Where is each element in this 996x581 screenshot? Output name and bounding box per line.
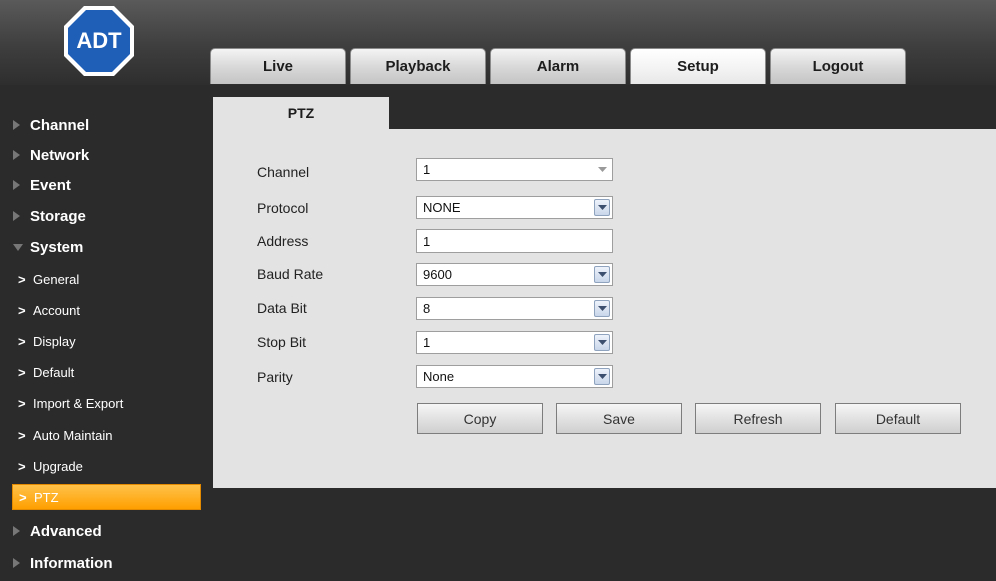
save-button[interactable]: Save: [556, 403, 682, 434]
sidebar-item-channel[interactable]: Channel: [0, 110, 210, 140]
chevron-right-icon: >: [18, 395, 26, 411]
triangle-right-icon: [13, 120, 20, 130]
triangle-right-icon: [13, 150, 20, 160]
tab-playback[interactable]: Playback: [350, 48, 486, 84]
triangle-right-icon: [13, 526, 20, 536]
baud-rate-label: Baud Rate: [257, 266, 324, 282]
dropdown-arrow-icon: [594, 300, 610, 317]
data-bit-select[interactable]: 8: [416, 297, 613, 320]
channel-select[interactable]: 1: [416, 158, 613, 181]
triangle-right-icon: [13, 211, 20, 221]
baud-rate-select[interactable]: 9600: [416, 263, 613, 286]
sidebar-subitem-label: General: [33, 271, 80, 287]
app-window: ADT Live Playback Alarm Setup Logout Cha…: [0, 0, 996, 581]
sidebar-item-storage[interactable]: Storage: [0, 201, 210, 231]
sidebar-item-information[interactable]: Information: [0, 548, 210, 578]
sidebar-item-label: System: [30, 238, 84, 256]
chevron-right-icon: >: [18, 427, 26, 443]
parity-select[interactable]: None: [416, 365, 613, 388]
refresh-button[interactable]: Refresh: [695, 403, 821, 434]
tab-alarm[interactable]: Alarm: [490, 48, 626, 84]
channel-label: Channel: [257, 164, 310, 180]
stop-bit-value: 1: [423, 335, 431, 350]
triangle-right-icon: [13, 558, 20, 568]
default-button[interactable]: Default: [835, 403, 961, 434]
address-label: Address: [257, 233, 309, 249]
sidebar-subitem-label: Default: [33, 364, 75, 380]
channel-value: 1: [423, 162, 431, 177]
sidebar-subitem-auto-maintain[interactable]: > Auto Maintain: [12, 422, 201, 448]
tab-ptz[interactable]: PTZ: [213, 97, 389, 129]
sidebar-subitem-label: Upgrade: [33, 458, 83, 474]
baud-rate-value: 9600: [423, 267, 452, 282]
stop-bit-label: Stop Bit: [257, 334, 307, 350]
sidebar-item-network[interactable]: Network: [0, 140, 210, 170]
tab-setup[interactable]: Setup: [630, 48, 766, 84]
sidebar-item-label: Advanced: [30, 522, 102, 540]
sidebar-item-label: Event: [30, 176, 71, 194]
dropdown-arrow-icon: [594, 161, 610, 178]
sidebar-subitem-label: Import & Export: [33, 395, 124, 411]
parity-value: None: [423, 369, 455, 384]
sidebar-subitem-default[interactable]: > Default: [12, 359, 201, 385]
adt-logo: ADT: [64, 6, 134, 76]
protocol-select[interactable]: NONE: [416, 196, 613, 219]
sidebar-subitem-account[interactable]: > Account: [12, 297, 201, 323]
chevron-right-icon: >: [18, 302, 26, 318]
dropdown-arrow-icon: [594, 266, 610, 283]
address-value: 1: [423, 234, 431, 249]
data-bit-label: Data Bit: [257, 300, 307, 316]
tab-logout[interactable]: Logout: [770, 48, 906, 84]
sidebar-item-label: Channel: [30, 116, 90, 134]
sidebar-subitem-label: Display: [33, 333, 76, 349]
chevron-right-icon: >: [18, 458, 26, 474]
sidebar-subitem-display[interactable]: > Display: [12, 328, 201, 354]
chevron-right-icon: >: [18, 271, 26, 287]
tab-ptz-label: PTZ: [287, 105, 315, 121]
sidebar-item-advanced[interactable]: Advanced: [0, 516, 210, 546]
sidebar-item-label: Network: [30, 146, 90, 164]
sidebar-subitem-ptz[interactable]: > PTZ: [12, 484, 201, 510]
sidebar-subitem-import-export[interactable]: > Import & Export: [12, 390, 201, 416]
sidebar-item-label: Information: [30, 554, 113, 572]
protocol-value: NONE: [423, 200, 461, 215]
sidebar-subitem-upgrade[interactable]: > Upgrade: [12, 453, 201, 479]
tab-live[interactable]: Live: [210, 48, 346, 84]
ptz-settings-panel: Channel 1 Protocol NONE Address 1 Baud R…: [213, 129, 996, 488]
stop-bit-select[interactable]: 1: [416, 331, 613, 354]
chevron-right-icon: >: [19, 489, 27, 505]
dropdown-arrow-icon: [594, 368, 610, 385]
sidebar-item-event[interactable]: Event: [0, 170, 210, 200]
protocol-label: Protocol: [257, 200, 309, 216]
dropdown-arrow-icon: [594, 199, 610, 216]
sidebar-subitem-label: PTZ: [34, 489, 59, 505]
parity-label: Parity: [257, 369, 293, 385]
triangle-down-icon: [13, 243, 23, 251]
sidebar-item-system[interactable]: System: [0, 232, 210, 262]
dropdown-arrow-icon: [594, 334, 610, 351]
sidebar-subitem-label: Auto Maintain: [33, 427, 113, 443]
sidebar-subitem-general[interactable]: > General: [12, 266, 201, 292]
data-bit-value: 8: [423, 301, 431, 316]
chevron-right-icon: >: [18, 364, 26, 380]
logo-text: ADT: [76, 28, 122, 53]
copy-button[interactable]: Copy: [417, 403, 543, 434]
header-bar: ADT Live Playback Alarm Setup Logout: [0, 0, 996, 85]
sidebar-subitem-label: Account: [33, 302, 80, 318]
triangle-right-icon: [13, 180, 20, 190]
sidebar-item-label: Storage: [30, 207, 86, 225]
chevron-right-icon: >: [18, 333, 26, 349]
address-input[interactable]: 1: [416, 229, 613, 253]
